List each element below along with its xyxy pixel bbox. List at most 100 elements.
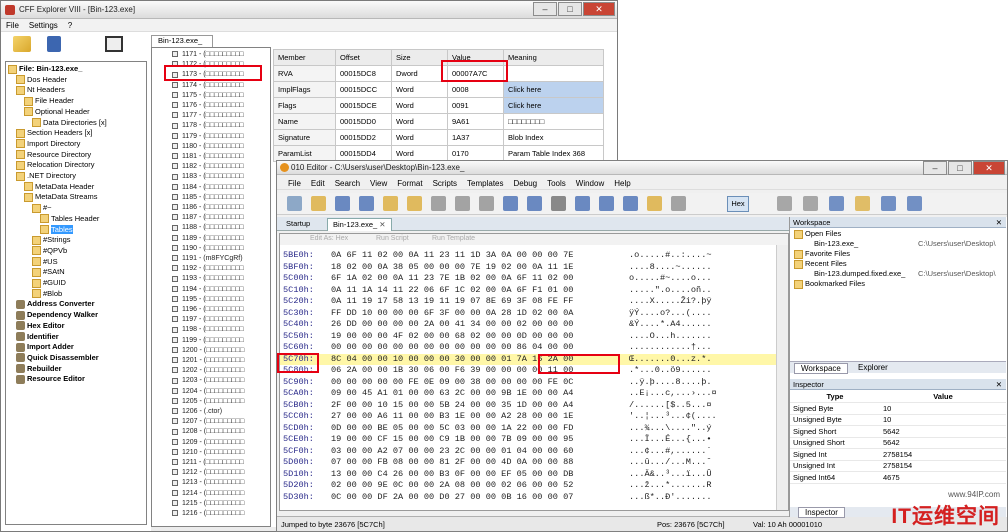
paste-icon[interactable] bbox=[479, 196, 494, 211]
hex-scrollbar[interactable] bbox=[776, 245, 788, 510]
editor-menu-scripts[interactable]: Scripts bbox=[428, 177, 462, 190]
menu-settings[interactable]: Settings bbox=[24, 19, 63, 32]
row-expand-icon[interactable] bbox=[172, 295, 178, 302]
table-cell[interactable]: Click here bbox=[503, 81, 604, 98]
row-expand-icon[interactable] bbox=[172, 306, 178, 313]
method-row[interactable]: 1184 - (□□□□□□□□□ bbox=[172, 183, 244, 193]
open-files-node[interactable]: Open Files bbox=[794, 229, 841, 239]
row-expand-icon[interactable] bbox=[172, 132, 178, 139]
tree-item[interactable]: #QPVb bbox=[32, 246, 67, 256]
tab-workspace[interactable]: Workspace bbox=[794, 363, 848, 374]
method-row[interactable]: 1188 - (□□□□□□□□□ bbox=[172, 223, 244, 233]
editor-menu-templates[interactable]: Templates bbox=[462, 177, 508, 190]
method-row[interactable]: 1212 - (□□□□□□□□□ bbox=[172, 468, 244, 478]
editor-minimize-button[interactable]: – bbox=[923, 161, 947, 175]
editor-menu-format[interactable]: Format bbox=[392, 177, 427, 190]
goto-icon[interactable] bbox=[599, 196, 614, 211]
row-expand-icon[interactable] bbox=[172, 122, 178, 129]
method-row[interactable]: 1198 - (□□□□□□□□□ bbox=[172, 325, 244, 335]
tree-item[interactable]: File: Bin-123.exe_ bbox=[8, 64, 82, 74]
method-row[interactable]: 1181 - (□□□□□□□□□ bbox=[172, 152, 244, 162]
cff-file-tab[interactable]: Bin-123.exe_ bbox=[151, 35, 213, 47]
method-row[interactable]: 1205 - (□□□□□□□□□ bbox=[172, 397, 244, 407]
row-expand-icon[interactable] bbox=[172, 377, 178, 384]
tree-item[interactable]: Import Adder bbox=[16, 342, 74, 352]
hex-mode-button[interactable]: Hex bbox=[727, 196, 749, 212]
row-expand-icon[interactable] bbox=[172, 285, 178, 292]
row-expand-icon[interactable] bbox=[172, 459, 178, 466]
close-button[interactable]: ✕ bbox=[583, 2, 615, 16]
row-expand-icon[interactable] bbox=[172, 183, 178, 190]
table-cell[interactable]: Word bbox=[391, 113, 448, 130]
hex-row[interactable]: 5D30h: 0C 00 00 DF 2A 00 00 D0 27 00 00 0… bbox=[280, 492, 776, 503]
hex-row[interactable]: 5C50h: 19 00 00 00 4F 02 00 00 68 02 00 0… bbox=[280, 331, 776, 342]
windows-icon[interactable] bbox=[105, 36, 123, 52]
row-expand-icon[interactable] bbox=[172, 244, 178, 251]
method-row[interactable]: 1207 - (□□□□□□□□□ bbox=[172, 417, 244, 427]
hex-row[interactable]: 5C00h: 6F 1A 02 00 0A 11 23 7E 1B 02 00 0… bbox=[280, 273, 776, 284]
table-row[interactable]: Name 00015DD0 Word 9A61 □□□□□□□□ bbox=[273, 113, 604, 130]
hex-row[interactable]: 5CD0h: 0D 00 00 BE 05 00 00 5C 03 00 00 1… bbox=[280, 423, 776, 434]
row-expand-icon[interactable] bbox=[172, 193, 178, 200]
method-row[interactable]: 1203 - (□□□□□□□□□ bbox=[172, 376, 244, 386]
menu-help[interactable]: ? bbox=[63, 19, 77, 32]
table-cell[interactable]: 0008 bbox=[447, 81, 504, 98]
hex-row[interactable]: 5C10h: 0A 11 1A 14 11 22 06 6F 1C 02 00 0… bbox=[280, 285, 776, 296]
tree-item[interactable]: Section Headers [x] bbox=[16, 128, 92, 138]
tree-item[interactable]: Dos Header bbox=[16, 75, 67, 85]
row-expand-icon[interactable] bbox=[172, 234, 178, 241]
template-icon[interactable] bbox=[855, 196, 870, 211]
calc-icon[interactable] bbox=[829, 196, 844, 211]
tab-explorer[interactable]: Explorer bbox=[852, 363, 894, 372]
replace-icon[interactable] bbox=[575, 196, 590, 211]
method-row[interactable]: 1175 - (□□□□□□□□□ bbox=[172, 91, 244, 101]
row-expand-icon[interactable] bbox=[172, 469, 178, 476]
tree-item[interactable]: #~ bbox=[32, 203, 52, 213]
tree-item[interactable]: #Blob bbox=[32, 289, 62, 299]
binary-icon[interactable] bbox=[907, 196, 922, 211]
row-expand-icon[interactable] bbox=[172, 142, 178, 149]
tree-item[interactable]: #GUID bbox=[32, 278, 66, 288]
table-cell[interactable]: 00015DC8 bbox=[335, 65, 392, 82]
col-size[interactable]: Size bbox=[391, 49, 448, 66]
row-expand-icon[interactable] bbox=[172, 367, 178, 374]
inspector-row[interactable]: Unsigned Int 2758154 bbox=[790, 460, 1006, 472]
tree-item[interactable]: MetaData Streams bbox=[24, 192, 98, 202]
editor-close-button[interactable]: ✕ bbox=[973, 161, 1005, 175]
row-expand-icon[interactable] bbox=[172, 448, 178, 455]
table-cell[interactable] bbox=[503, 65, 604, 82]
run-template-dropdown[interactable]: Run Template bbox=[432, 235, 475, 242]
tab-bin-123[interactable]: Bin-123.exe_ ✕ bbox=[327, 218, 392, 231]
method-row[interactable]: 1179 - (□□□□□□□□□ bbox=[172, 132, 244, 142]
method-row[interactable]: 1191 - (m8FYCgRf) bbox=[172, 254, 243, 264]
method-row[interactable]: 1185 - (□□□□□□□□□ bbox=[172, 193, 244, 203]
editor-menu-help[interactable]: Help bbox=[609, 177, 635, 190]
editor-menu-debug[interactable]: Debug bbox=[509, 177, 543, 190]
hex-row[interactable]: 5BE0h: 0A 6F 11 02 00 0A 11 23 11 1D 3A 0… bbox=[280, 250, 776, 261]
row-expand-icon[interactable] bbox=[172, 316, 178, 323]
method-row[interactable]: 1183 - (□□□□□□□□□ bbox=[172, 172, 244, 182]
method-row[interactable]: 1190 - (□□□□□□□□□ bbox=[172, 244, 244, 254]
tree-item[interactable]: Tables Header bbox=[40, 214, 99, 224]
row-expand-icon[interactable] bbox=[172, 275, 178, 282]
table-cell[interactable]: Word bbox=[391, 129, 448, 146]
editor-menu-search[interactable]: Search bbox=[330, 177, 365, 190]
method-row[interactable]: 1177 - (□□□□□□□□□ bbox=[172, 111, 244, 121]
row-expand-icon[interactable] bbox=[172, 499, 178, 506]
inspector-row[interactable]: Unsigned Byte 10 bbox=[790, 414, 1006, 426]
method-row[interactable]: 1180 - (□□□□□□□□□ bbox=[172, 142, 244, 152]
cut-icon[interactable] bbox=[431, 196, 446, 211]
editor-maximize-button[interactable]: □ bbox=[948, 161, 972, 175]
open-file-icon[interactable] bbox=[13, 36, 31, 52]
row-expand-icon[interactable] bbox=[172, 346, 178, 353]
method-row[interactable]: 1215 - (□□□□□□□□□ bbox=[172, 499, 244, 509]
new-file-icon[interactable] bbox=[287, 196, 302, 211]
editor-menu-tools[interactable]: Tools bbox=[542, 177, 571, 190]
table-cell[interactable]: Name bbox=[273, 113, 336, 130]
tree-item[interactable]: Resource Editor bbox=[16, 374, 85, 384]
favorite-files-node[interactable]: Favorite Files bbox=[794, 249, 850, 259]
editor-menu-file[interactable]: File bbox=[283, 177, 306, 190]
col-member[interactable]: Member bbox=[273, 49, 336, 66]
row-expand-icon[interactable] bbox=[172, 510, 178, 517]
row-expand-icon[interactable] bbox=[172, 428, 178, 435]
